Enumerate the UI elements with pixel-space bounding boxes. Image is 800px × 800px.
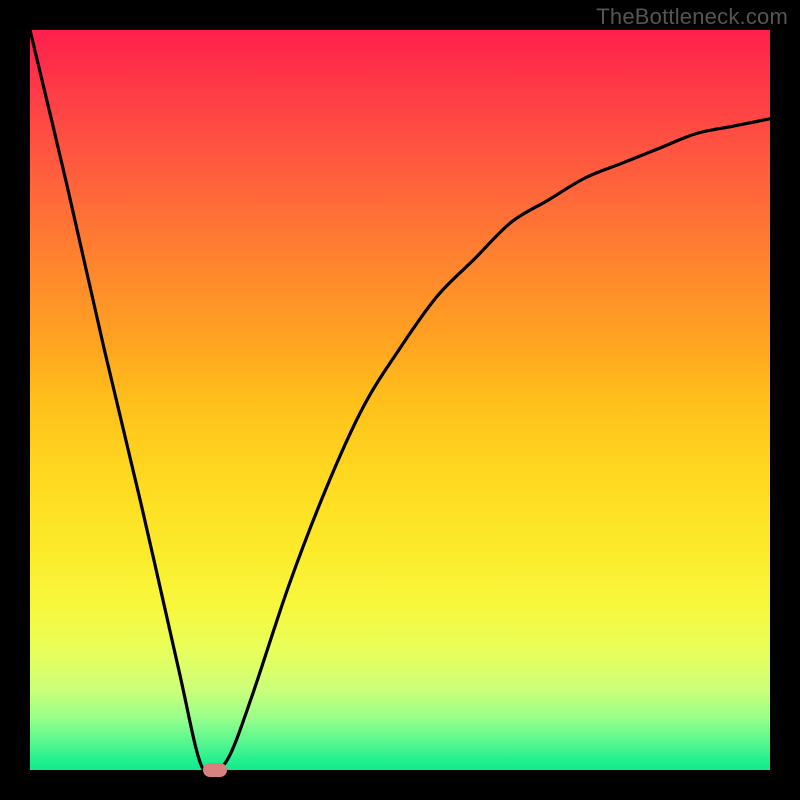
watermark-text: TheBottleneck.com	[596, 4, 788, 30]
curve-svg	[30, 30, 770, 770]
bottleneck-curve	[30, 30, 770, 770]
plot-area	[30, 30, 770, 770]
optimum-marker	[203, 763, 227, 777]
chart-frame: TheBottleneck.com	[0, 0, 800, 800]
